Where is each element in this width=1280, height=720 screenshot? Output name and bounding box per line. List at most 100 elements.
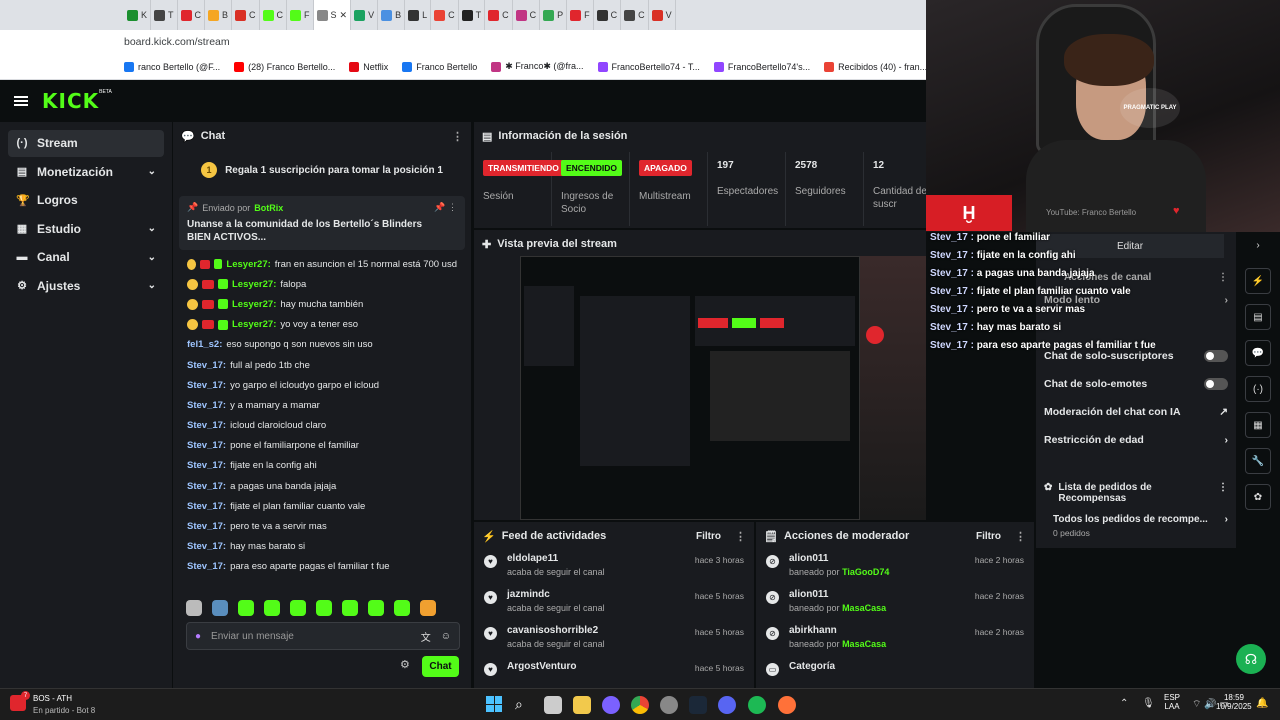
mod-action-item[interactable]: ⊘ alion011 baneado por TiaGooD74 hace 2 hor…: [756, 550, 1034, 586]
browser-tab[interactable]: F: [287, 0, 314, 30]
emote-icon[interactable]: [342, 600, 358, 616]
spotify-icon[interactable]: [748, 696, 766, 714]
sidebar-item-logros[interactable]: 🏆 Logros: [8, 187, 164, 214]
browser-tab[interactable]: C: [178, 0, 206, 30]
bookmark-item[interactable]: ✱ Franco✱ (@fra...: [491, 61, 584, 72]
sidebar-item-monetizacion[interactable]: ▤ Monetización ⌄: [8, 159, 164, 186]
browser-tab[interactable]: P: [540, 0, 568, 30]
language-indicator[interactable]: ESP LAA: [1164, 693, 1180, 711]
app-icon[interactable]: [660, 696, 678, 714]
feed-filter-button[interactable]: Filtro: [696, 531, 721, 542]
bookmark-item[interactable]: Franco Bertello: [402, 61, 477, 72]
chat-username[interactable]: Stev_17:: [187, 420, 226, 431]
notifications-icon[interactable]: 🔔: [1256, 698, 1268, 709]
browser-tab[interactable]: K: [124, 0, 152, 30]
mod-action-item[interactable]: ⊘ alion011 baneado por MasaCasa hace 2 hora…: [756, 586, 1034, 622]
browser-tab[interactable]: B: [378, 0, 406, 30]
file-explorer-icon[interactable]: [573, 696, 591, 714]
chevron-down-icon[interactable]: ⌄: [148, 252, 156, 263]
chat-settings-icon[interactable]: ⚙: [400, 658, 410, 671]
feed-item[interactable]: ♥ cavanisoshorrible2 acaba de seguir el ca…: [474, 622, 754, 658]
browser-tab[interactable]: C: [621, 0, 649, 30]
browser-tab[interactable]: V: [351, 0, 379, 30]
chat-message[interactable]: Stev_17: icloud claroicloud claro: [173, 416, 471, 436]
discord-icon[interactable]: [718, 696, 736, 714]
firefox-icon[interactable]: [778, 696, 796, 714]
chevron-down-icon[interactable]: ⌄: [148, 223, 156, 234]
external-link-icon[interactable]: ↗: [1219, 406, 1228, 418]
bookmark-item[interactable]: ranco Bertello (@F...: [124, 61, 220, 72]
feed-username[interactable]: ArgostVenturo: [507, 661, 576, 672]
chat-username[interactable]: Stev_17:: [187, 380, 226, 391]
mod-action-item[interactable]: ⊘ abirkhann baneado por MasaCasa hace 2 hor…: [756, 622, 1034, 658]
feed-more-icon[interactable]: ⋮: [735, 530, 746, 543]
mod-target[interactable]: abirkhann: [789, 625, 886, 636]
chat-username[interactable]: Lesyer27:: [232, 319, 276, 330]
chevron-down-icon[interactable]: ⌄: [148, 166, 156, 177]
mod-by[interactable]: MasaCasa: [842, 603, 886, 613]
steam-icon[interactable]: [689, 696, 707, 714]
rail-chevron-icon[interactable]: ›: [1245, 232, 1271, 258]
browser-tab[interactable]: C: [232, 0, 260, 30]
emote-icon[interactable]: [316, 600, 332, 616]
chat-username[interactable]: fel1_s2:: [187, 339, 222, 350]
chat-message[interactable]: Lesyer27: hay mucha también: [173, 294, 471, 314]
chat-username[interactable]: Lesyer27:: [226, 259, 270, 270]
chat-message[interactable]: Stev_17: hay mas barato si: [173, 537, 471, 557]
chat-username[interactable]: Lesyer27:: [232, 279, 276, 290]
chat-username[interactable]: Stev_17:: [187, 541, 226, 552]
windows-start-icon[interactable]: [486, 696, 502, 712]
feed-username[interactable]: jazmindc: [507, 589, 605, 600]
chat-message[interactable]: Lesyer27: falopa: [173, 274, 471, 294]
menu-icon[interactable]: [14, 96, 28, 106]
mic-tray-icon[interactable]: 🎙: [1142, 698, 1155, 709]
rail-rewards-icon[interactable]: ✿: [1245, 484, 1271, 510]
browser-tab[interactable]: C: [260, 0, 288, 30]
chat-input[interactable]: ● Enviar un mensaje 文 ☺: [186, 622, 460, 650]
chat-message[interactable]: Stev_17: y a mamary a mamar: [173, 395, 471, 415]
chat-username[interactable]: Stev_17:: [187, 521, 226, 532]
translate-icon[interactable]: 文: [421, 629, 431, 644]
toggle-switch[interactable]: [1204, 378, 1228, 390]
chat-message[interactable]: Stev_17: para eso aparte pagas el familia…: [173, 557, 471, 577]
rewards-all-item[interactable]: Todos los pedidos de recompe... ›: [1044, 514, 1228, 525]
chat-username[interactable]: Stev_17:: [187, 481, 226, 492]
sidebar-item-canal[interactable]: ▬ Canal ⌄: [8, 244, 164, 271]
mod-more-icon[interactable]: ⋮: [1015, 530, 1026, 543]
chat-username[interactable]: Stev_17:: [187, 440, 226, 451]
emote-icon[interactable]: [420, 600, 436, 616]
chat-message[interactable]: Stev_17: fijate en la config ahi: [173, 456, 471, 476]
chat-message[interactable]: Stev_17: pone el familiarpone el familiar: [173, 436, 471, 456]
emote-icon[interactable]: [264, 600, 280, 616]
obs-icon[interactable]: [602, 696, 620, 714]
mod-target[interactable]: alion011: [789, 553, 889, 564]
rail-mod-icon[interactable]: ▦: [1245, 412, 1271, 438]
kick-logo[interactable]: KICKBETA: [42, 89, 112, 113]
chat-username[interactable]: Lesyer27:: [232, 299, 276, 310]
mod-by[interactable]: MasaCasa: [842, 639, 886, 649]
mod-target[interactable]: alion011: [789, 589, 886, 600]
mod-setting-row[interactable]: Restricción de edad ›: [1036, 426, 1236, 454]
browser-tab[interactable]: F: [567, 0, 594, 30]
chat-username[interactable]: Stev_17:: [187, 360, 226, 371]
emote-icon[interactable]: [290, 600, 306, 616]
chat-username[interactable]: Stev_17:: [187, 460, 226, 471]
chat-message[interactable]: Lesyer27: yo voy a tener eso: [173, 315, 471, 335]
chevron-down-icon[interactable]: ⌄: [148, 280, 156, 291]
sub-goal-banner[interactable]: 1 Regala 1 suscripción para tomar la pos…: [181, 156, 463, 184]
bookmark-item[interactable]: Recibidos (40) - fran...: [824, 61, 926, 72]
feed-username[interactable]: eldolape11: [507, 553, 605, 564]
sidebar-item-ajustes[interactable]: ⚙ Ajustes ⌄: [8, 273, 164, 300]
tray-chevron-icon[interactable]: ⌃: [1120, 698, 1128, 709]
chat-username[interactable]: Stev_17:: [187, 561, 226, 572]
mod-by[interactable]: TiaGooD74: [842, 567, 889, 577]
emote-icon[interactable]: [394, 600, 410, 616]
play-icon[interactable]: [866, 326, 884, 344]
emote-icon[interactable]: [186, 600, 202, 616]
browser-tab[interactable]: C: [594, 0, 622, 30]
pinned-by-user[interactable]: BotRix: [254, 203, 283, 213]
browser-tab[interactable]: B: [205, 0, 233, 30]
emote-icon[interactable]: [212, 600, 228, 616]
rail-broadcast-icon[interactable]: (·): [1245, 376, 1271, 402]
feed-username[interactable]: cavanisoshorrible2: [507, 625, 605, 636]
